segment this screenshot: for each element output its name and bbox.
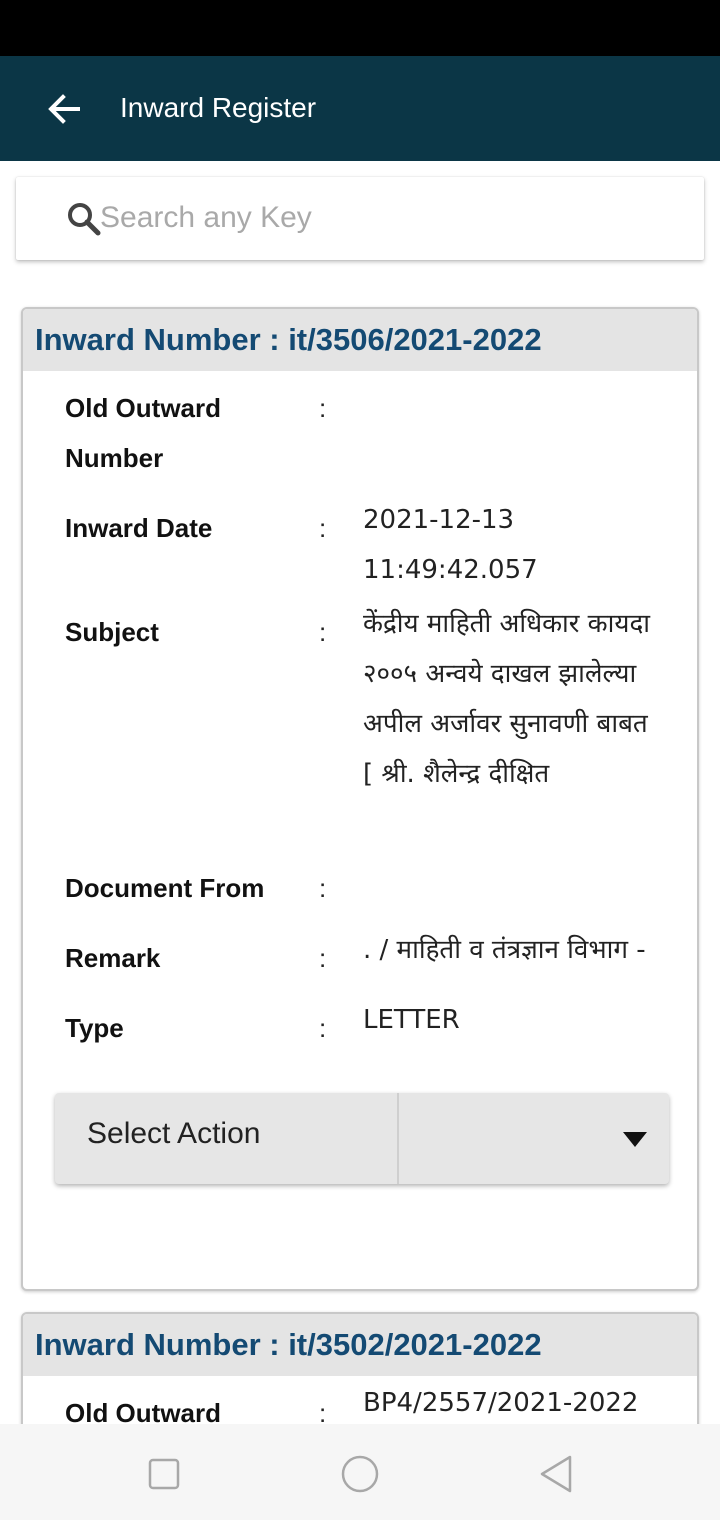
inward-number: Inward Number : it/3502/2021-2022: [35, 1327, 542, 1362]
inward-date-value: 2021-12-13 11:49:42.057: [363, 505, 538, 585]
field-colon: :: [319, 513, 327, 543]
subject-label: Subject: [65, 617, 159, 647]
subject-value: केंद्रीय माहिती अधिकार कायदा २००५ अन्वये…: [363, 609, 651, 789]
back-triangle-icon: [540, 1455, 572, 1493]
card-header: Inward Number : it/3502/2021-2022: [23, 1314, 697, 1376]
inward-date-label: Inward Date: [65, 513, 213, 543]
inward-record-card: Inward Number : it/3506/2021-2022 Old Ou…: [21, 307, 699, 1291]
field-colon: :: [319, 617, 327, 647]
search-box[interactable]: [16, 177, 704, 260]
home-button[interactable]: [338, 1452, 382, 1496]
remark-label: Remark: [65, 943, 161, 973]
home-icon: [341, 1455, 379, 1493]
select-action-label: Select Action: [87, 1117, 261, 1150]
status-bar: [0, 0, 720, 56]
system-back-button[interactable]: [534, 1452, 578, 1496]
recent-apps-button[interactable]: [142, 1452, 186, 1496]
select-action-dropdown[interactable]: Select Action: [55, 1093, 669, 1184]
app-bar: Inward Register: [0, 56, 720, 161]
document-from-label: Document From: [65, 873, 265, 903]
old-outward-number-value: BP4/2557/2021-2022: [363, 1388, 639, 1418]
old-outward-number-label: Old Outward Number: [65, 393, 221, 473]
page-title: Inward Register: [120, 92, 317, 123]
system-nav-bar: [0, 1424, 720, 1520]
field-colon: :: [319, 943, 327, 973]
back-button[interactable]: [36, 84, 92, 134]
inward-number: Inward Number : it/3506/2021-2022: [35, 322, 542, 357]
arrow-left-icon: [48, 94, 80, 124]
type-label: Type: [65, 1013, 124, 1043]
dropdown-caret-icon: [623, 1132, 647, 1147]
card-header: Inward Number : it/3506/2021-2022: [23, 309, 697, 371]
remark-value: . / माहिती व तंत्रज्ञान विभाग -: [363, 935, 646, 965]
field-colon: :: [319, 873, 327, 903]
dropdown-divider: [397, 1093, 399, 1184]
search-input[interactable]: [100, 195, 680, 241]
type-value: LETTER: [363, 1005, 460, 1035]
search-icon: [68, 203, 101, 236]
field-colon: :: [319, 393, 327, 423]
field-colon: :: [319, 1013, 327, 1043]
recent-apps-icon: [148, 1458, 180, 1490]
